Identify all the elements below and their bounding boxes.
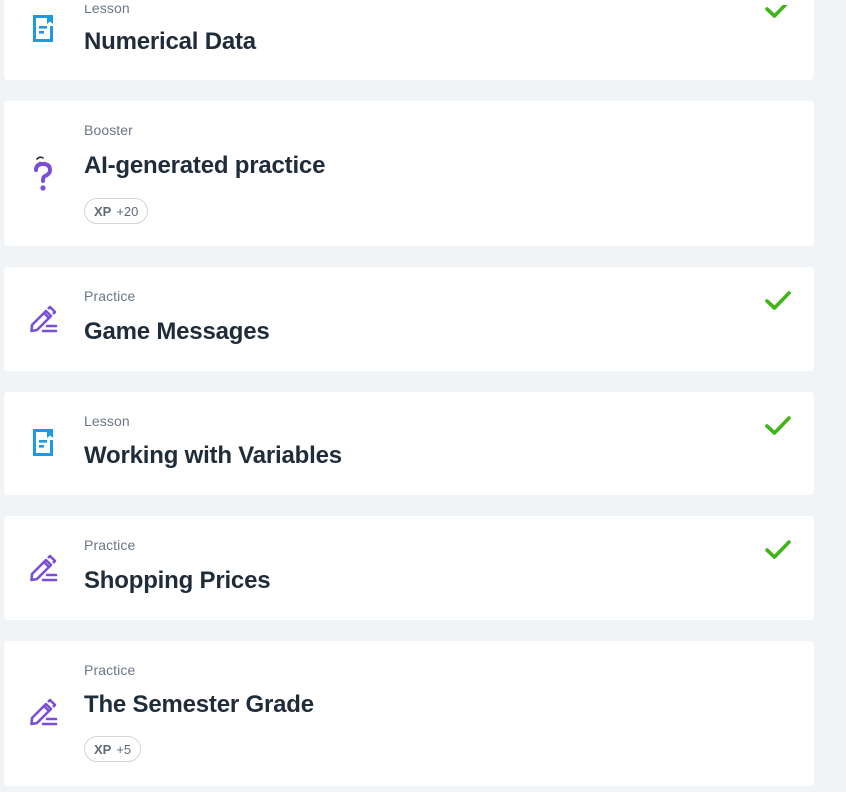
item-title: Working with Variables bbox=[84, 442, 342, 469]
xp-badge-value: +5 bbox=[116, 741, 132, 757]
lesson-book-icon bbox=[28, 12, 58, 44]
xp-badge-label: XP bbox=[94, 741, 112, 757]
item-title: Shopping Prices bbox=[84, 567, 271, 594]
xp-badge-label: XP bbox=[94, 203, 112, 219]
practice-card-game-messages[interactable]: Practice Game Messages bbox=[4, 267, 814, 371]
lesson-list: Lesson Numerical Data Booster AI-generat… bbox=[0, 0, 846, 792]
lesson-book-icon bbox=[28, 426, 58, 458]
check-icon bbox=[764, 290, 792, 312]
lesson-card-numerical-data[interactable]: Lesson Numerical Data bbox=[4, 0, 814, 80]
item-type-label: Lesson bbox=[84, 413, 130, 429]
lesson-card-working-with-variables[interactable]: Lesson Working with Variables bbox=[4, 392, 814, 495]
check-icon bbox=[764, 415, 792, 437]
practice-card-the-semester-grade[interactable]: Practice The Semester Grade XP +5 bbox=[4, 641, 814, 786]
pencil-edit-icon bbox=[28, 698, 58, 730]
item-type-label: Practice bbox=[84, 288, 136, 304]
card-top-edge bbox=[4, 0, 814, 5]
item-type-label: Practice bbox=[84, 662, 136, 678]
xp-badge: XP +20 bbox=[84, 198, 149, 224]
booster-card-ai-generated-practice[interactable]: Booster AI-generated practice XP +20 bbox=[4, 101, 814, 246]
item-title: Numerical Data bbox=[84, 28, 256, 55]
practice-card-shopping-prices[interactable]: Practice Shopping Prices bbox=[4, 516, 814, 620]
item-title: The Semester Grade bbox=[84, 691, 314, 718]
xp-badge: XP +5 bbox=[84, 736, 142, 762]
pencil-edit-icon bbox=[28, 554, 58, 586]
xp-badge-value: +20 bbox=[116, 203, 139, 219]
item-type-label: Practice bbox=[84, 537, 136, 553]
item-type-label: Booster bbox=[84, 122, 133, 138]
check-icon bbox=[764, 539, 792, 561]
pencil-edit-icon bbox=[28, 305, 58, 337]
question-mark-icon bbox=[28, 156, 58, 191]
item-title: Game Messages bbox=[84, 318, 270, 345]
item-title: AI-generated practice bbox=[84, 152, 326, 179]
